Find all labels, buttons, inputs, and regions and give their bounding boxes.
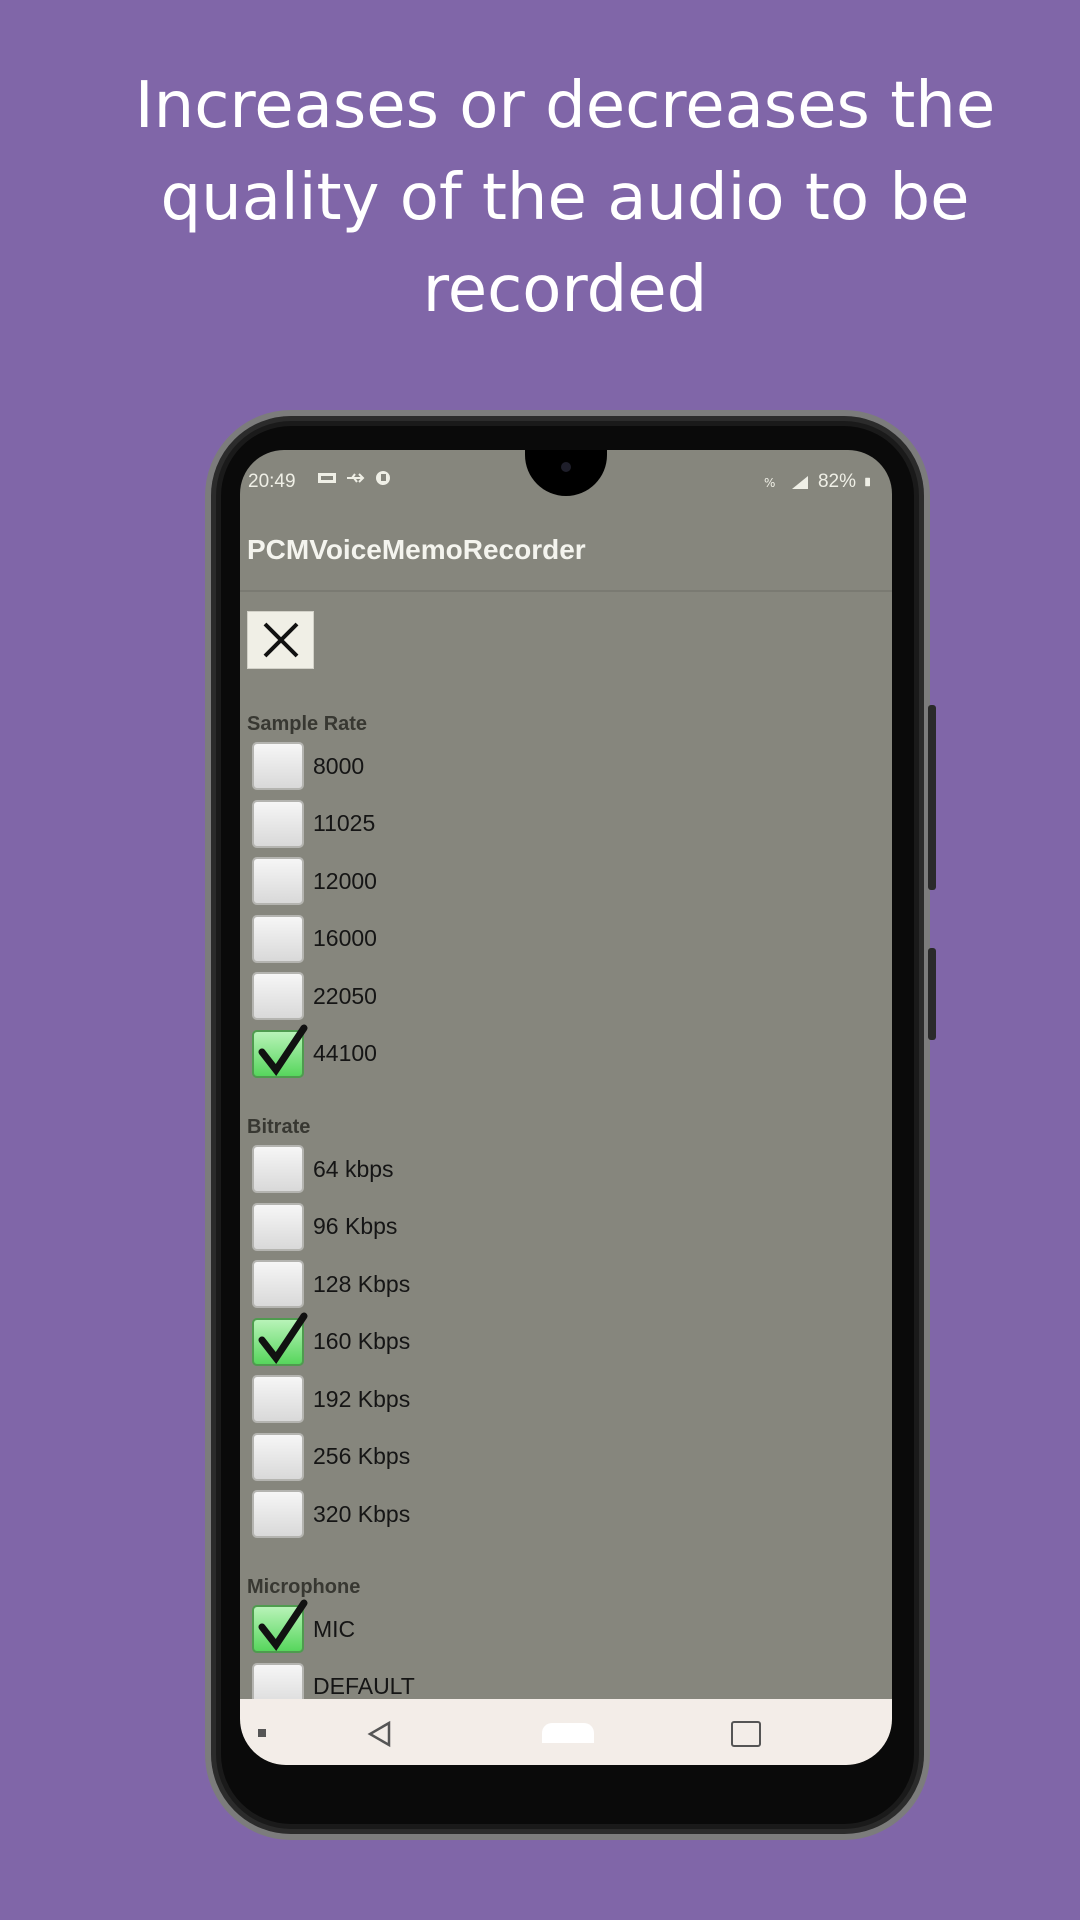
- bitrate-option[interactable]: 192 Kbps: [252, 1373, 410, 1425]
- bitrate-option-label: 128 Kbps: [313, 1270, 411, 1297]
- sample-rate-option-label: 8000: [313, 752, 365, 779]
- bitrate-option-label: 192 Kbps: [313, 1385, 411, 1412]
- bitrate-option-label: 320 Kbps: [313, 1500, 411, 1527]
- bitrate-label: Bitrate: [247, 1116, 311, 1138]
- close-button[interactable]: [247, 611, 314, 669]
- sample-rate-option-label: 11025: [313, 810, 376, 836]
- bitrate-option-label: 256 Kbps: [313, 1443, 411, 1469]
- app-title: PCMVoiceMemoRecorder: [247, 534, 586, 565]
- bitrate-option[interactable]: 64 kbps: [252, 1143, 394, 1195]
- bitrate-option[interactable]: 256 Kbps: [252, 1431, 410, 1483]
- battery-percent: 82%: [817, 471, 856, 492]
- sample-rate-checkbox[interactable]: [252, 799, 304, 848]
- bitrate-option-label: 160 Kbps: [313, 1328, 411, 1354]
- bitrate-option-label: 64 kbps: [313, 1155, 394, 1182]
- sample-rate-option[interactable]: 11025: [252, 798, 375, 850]
- status-time: 20:49: [248, 471, 296, 492]
- checkmark-icon: [258, 1024, 308, 1076]
- promo-page: Increases or decreases the quality of th…: [0, 0, 1080, 1920]
- svg-text:%: %: [764, 476, 775, 490]
- sample-rate-checkbox[interactable]: [252, 1024, 308, 1078]
- phone-screen: 20:49 % 82% PCMVoiceMemoRecorder Sample: [240, 450, 892, 1765]
- usb-icon: [347, 473, 365, 483]
- status-icons-left: [317, 470, 393, 486]
- sample-rate-option-label: 22050: [313, 982, 377, 1009]
- checkmark-icon: [258, 1312, 308, 1364]
- headline-line-2: quality of the audio to be: [160, 161, 970, 235]
- sample-rate-checkbox[interactable]: [252, 914, 304, 963]
- bitrate-checkbox[interactable]: [252, 1490, 304, 1538]
- microphone-option[interactable]: MIC: [252, 1599, 356, 1655]
- sample-rate-option[interactable]: 12000: [252, 855, 377, 907]
- power-button: [928, 705, 936, 890]
- bitrate-checkbox[interactable]: [252, 1312, 308, 1366]
- headline: Increases or decreases the quality of th…: [60, 60, 1070, 336]
- navigation-bar: [240, 1699, 892, 1765]
- back-icon[interactable]: [365, 1719, 395, 1749]
- recents-icon[interactable]: [731, 1721, 761, 1747]
- bitrate-option[interactable]: 160 Kbps: [252, 1312, 411, 1368]
- sample-rate-label: Sample Rate: [247, 713, 368, 735]
- app-bar: PCMVoiceMemoRecorder: [240, 510, 892, 592]
- bitrate-option[interactable]: 320 Kbps: [252, 1488, 410, 1540]
- checkmark-icon: [258, 1599, 308, 1651]
- status-icons-right: % 82%: [762, 471, 876, 493]
- data-saver-icon: %: [764, 476, 775, 490]
- sample-rate-option-label: 12000: [313, 867, 377, 894]
- sample-rate-option-label: 16000: [313, 925, 377, 951]
- sync-icon: [376, 471, 390, 485]
- microphone-checkbox[interactable]: [252, 1599, 308, 1653]
- sample-rate-option[interactable]: 8000: [252, 740, 364, 792]
- battery-icon: [865, 477, 870, 487]
- microphone-label: Microphone: [247, 1576, 361, 1598]
- bitrate-checkbox[interactable]: [252, 1145, 304, 1193]
- sample-rate-option[interactable]: 22050: [252, 970, 377, 1022]
- microphone-option-label: DEFAULT: [313, 1673, 415, 1699]
- bitrate-option-label: 96 Kbps: [313, 1213, 398, 1239]
- bitrate-checkbox[interactable]: [252, 1432, 304, 1481]
- sample-rate-option[interactable]: 16000: [252, 913, 377, 965]
- volume-button: [928, 948, 936, 1040]
- bitrate-option[interactable]: 96 Kbps: [252, 1201, 397, 1253]
- home-icon[interactable]: [542, 1723, 594, 1743]
- bitrate-checkbox[interactable]: [252, 1202, 304, 1251]
- bitrate-option[interactable]: 128 Kbps: [252, 1258, 410, 1310]
- headline-line-1: Increases or decreases the: [134, 69, 996, 143]
- microphone-option-label: MIC: [313, 1615, 356, 1642]
- headline-line-3: recorded: [422, 253, 708, 327]
- signal-icon: [791, 476, 808, 489]
- sample-rate-checkbox[interactable]: [252, 857, 304, 905]
- sample-rate-option[interactable]: 44100: [252, 1024, 377, 1080]
- sample-rate-option-label: 44100: [313, 1040, 377, 1066]
- sample-rate-checkbox[interactable]: [252, 742, 304, 790]
- notification-icon: [318, 473, 336, 483]
- bitrate-checkbox[interactable]: [252, 1260, 304, 1308]
- nav-indicator: [258, 1729, 266, 1737]
- sample-rate-checkbox[interactable]: [252, 972, 304, 1020]
- front-camera: [561, 462, 571, 472]
- close-icon: [263, 622, 298, 658]
- bitrate-checkbox[interactable]: [252, 1375, 304, 1423]
